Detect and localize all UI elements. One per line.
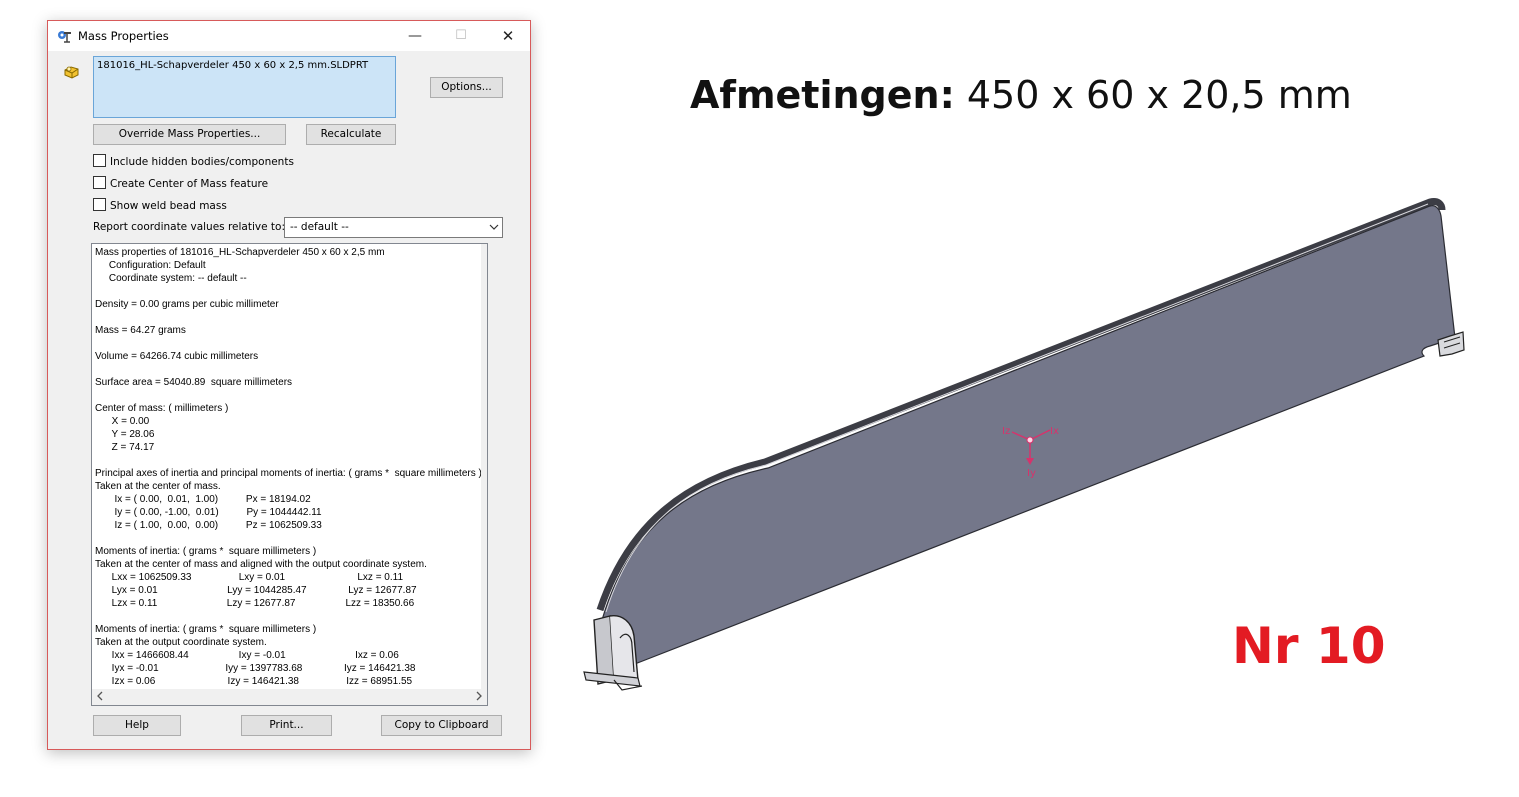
headline-label: Afmetingen: xyxy=(690,73,955,117)
title-bar[interactable]: Mass Properties — ☐ ✕ xyxy=(48,21,530,51)
arrow-left-icon[interactable] xyxy=(96,690,104,702)
triad-x-label: Ix xyxy=(1050,426,1059,437)
headline-value: 450 x 60 x 20,5 mm xyxy=(954,73,1352,117)
options-button[interactable]: Options... xyxy=(430,77,503,98)
recalculate-button[interactable]: Recalculate xyxy=(306,124,396,145)
triad-y-label: Iy xyxy=(1027,468,1036,479)
maximize-button[interactable]: ☐ xyxy=(438,21,484,51)
checkbox-box[interactable] xyxy=(93,154,106,167)
create-center-of-mass-checkbox[interactable]: Create Center of Mass feature xyxy=(93,176,268,190)
mass-properties-report[interactable]: Mass properties of 181016_HL-Schapverdel… xyxy=(91,243,488,706)
print-button[interactable]: Print... xyxy=(241,715,332,736)
report-relative-label: Report coordinate values relative to: xyxy=(93,221,285,233)
checkbox-label: Include hidden bodies/components xyxy=(110,156,294,168)
arrow-right-icon[interactable] xyxy=(475,690,483,702)
horizontal-scrollbar[interactable] xyxy=(92,689,487,705)
vertical-scrollbar[interactable] xyxy=(481,244,487,689)
coordinate-system-select[interactable]: -- default -- xyxy=(284,217,503,238)
checkbox-box[interactable] xyxy=(93,198,106,211)
part-icon xyxy=(64,66,79,79)
checkbox-label: Create Center of Mass feature xyxy=(110,178,269,190)
copy-to-clipboard-button[interactable]: Copy to Clipboard xyxy=(381,715,502,736)
selected-file-item[interactable]: 181016_HL-Schapverdeler 450 x 60 x 2,5 m… xyxy=(97,60,368,71)
help-button[interactable]: Help xyxy=(93,715,181,736)
triad-z-label: Iz xyxy=(1002,426,1010,437)
coordinate-system-value: -- default -- xyxy=(290,221,349,233)
checkbox-box[interactable] xyxy=(93,176,106,189)
report-text: Mass properties of 181016_HL-Schapverdel… xyxy=(95,247,482,687)
chevron-down-icon xyxy=(489,224,499,230)
close-button[interactable]: ✕ xyxy=(485,21,531,51)
window-title: Mass Properties xyxy=(78,29,169,43)
override-mass-properties-button[interactable]: Override Mass Properties... xyxy=(93,124,286,145)
selected-items-list[interactable]: 181016_HL-Schapverdeler 450 x 60 x 2,5 m… xyxy=(93,56,396,118)
minimize-button[interactable]: — xyxy=(392,21,438,51)
mass-properties-icon xyxy=(58,31,71,43)
mass-properties-dialog: Mass Properties — ☐ ✕ 181016_HL-Schapver… xyxy=(47,20,531,750)
include-hidden-bodies-checkbox[interactable]: Include hidden bodies/components xyxy=(93,154,294,168)
divider-panel xyxy=(601,205,1456,669)
dimensions-headline: Afmetingen: 450 x 60 x 20,5 mm xyxy=(690,73,1352,117)
part-number-tag: Nr 10 xyxy=(1232,617,1386,675)
show-weld-bead-mass-checkbox[interactable]: Show weld bead mass xyxy=(93,198,227,212)
checkbox-label: Show weld bead mass xyxy=(110,200,227,212)
